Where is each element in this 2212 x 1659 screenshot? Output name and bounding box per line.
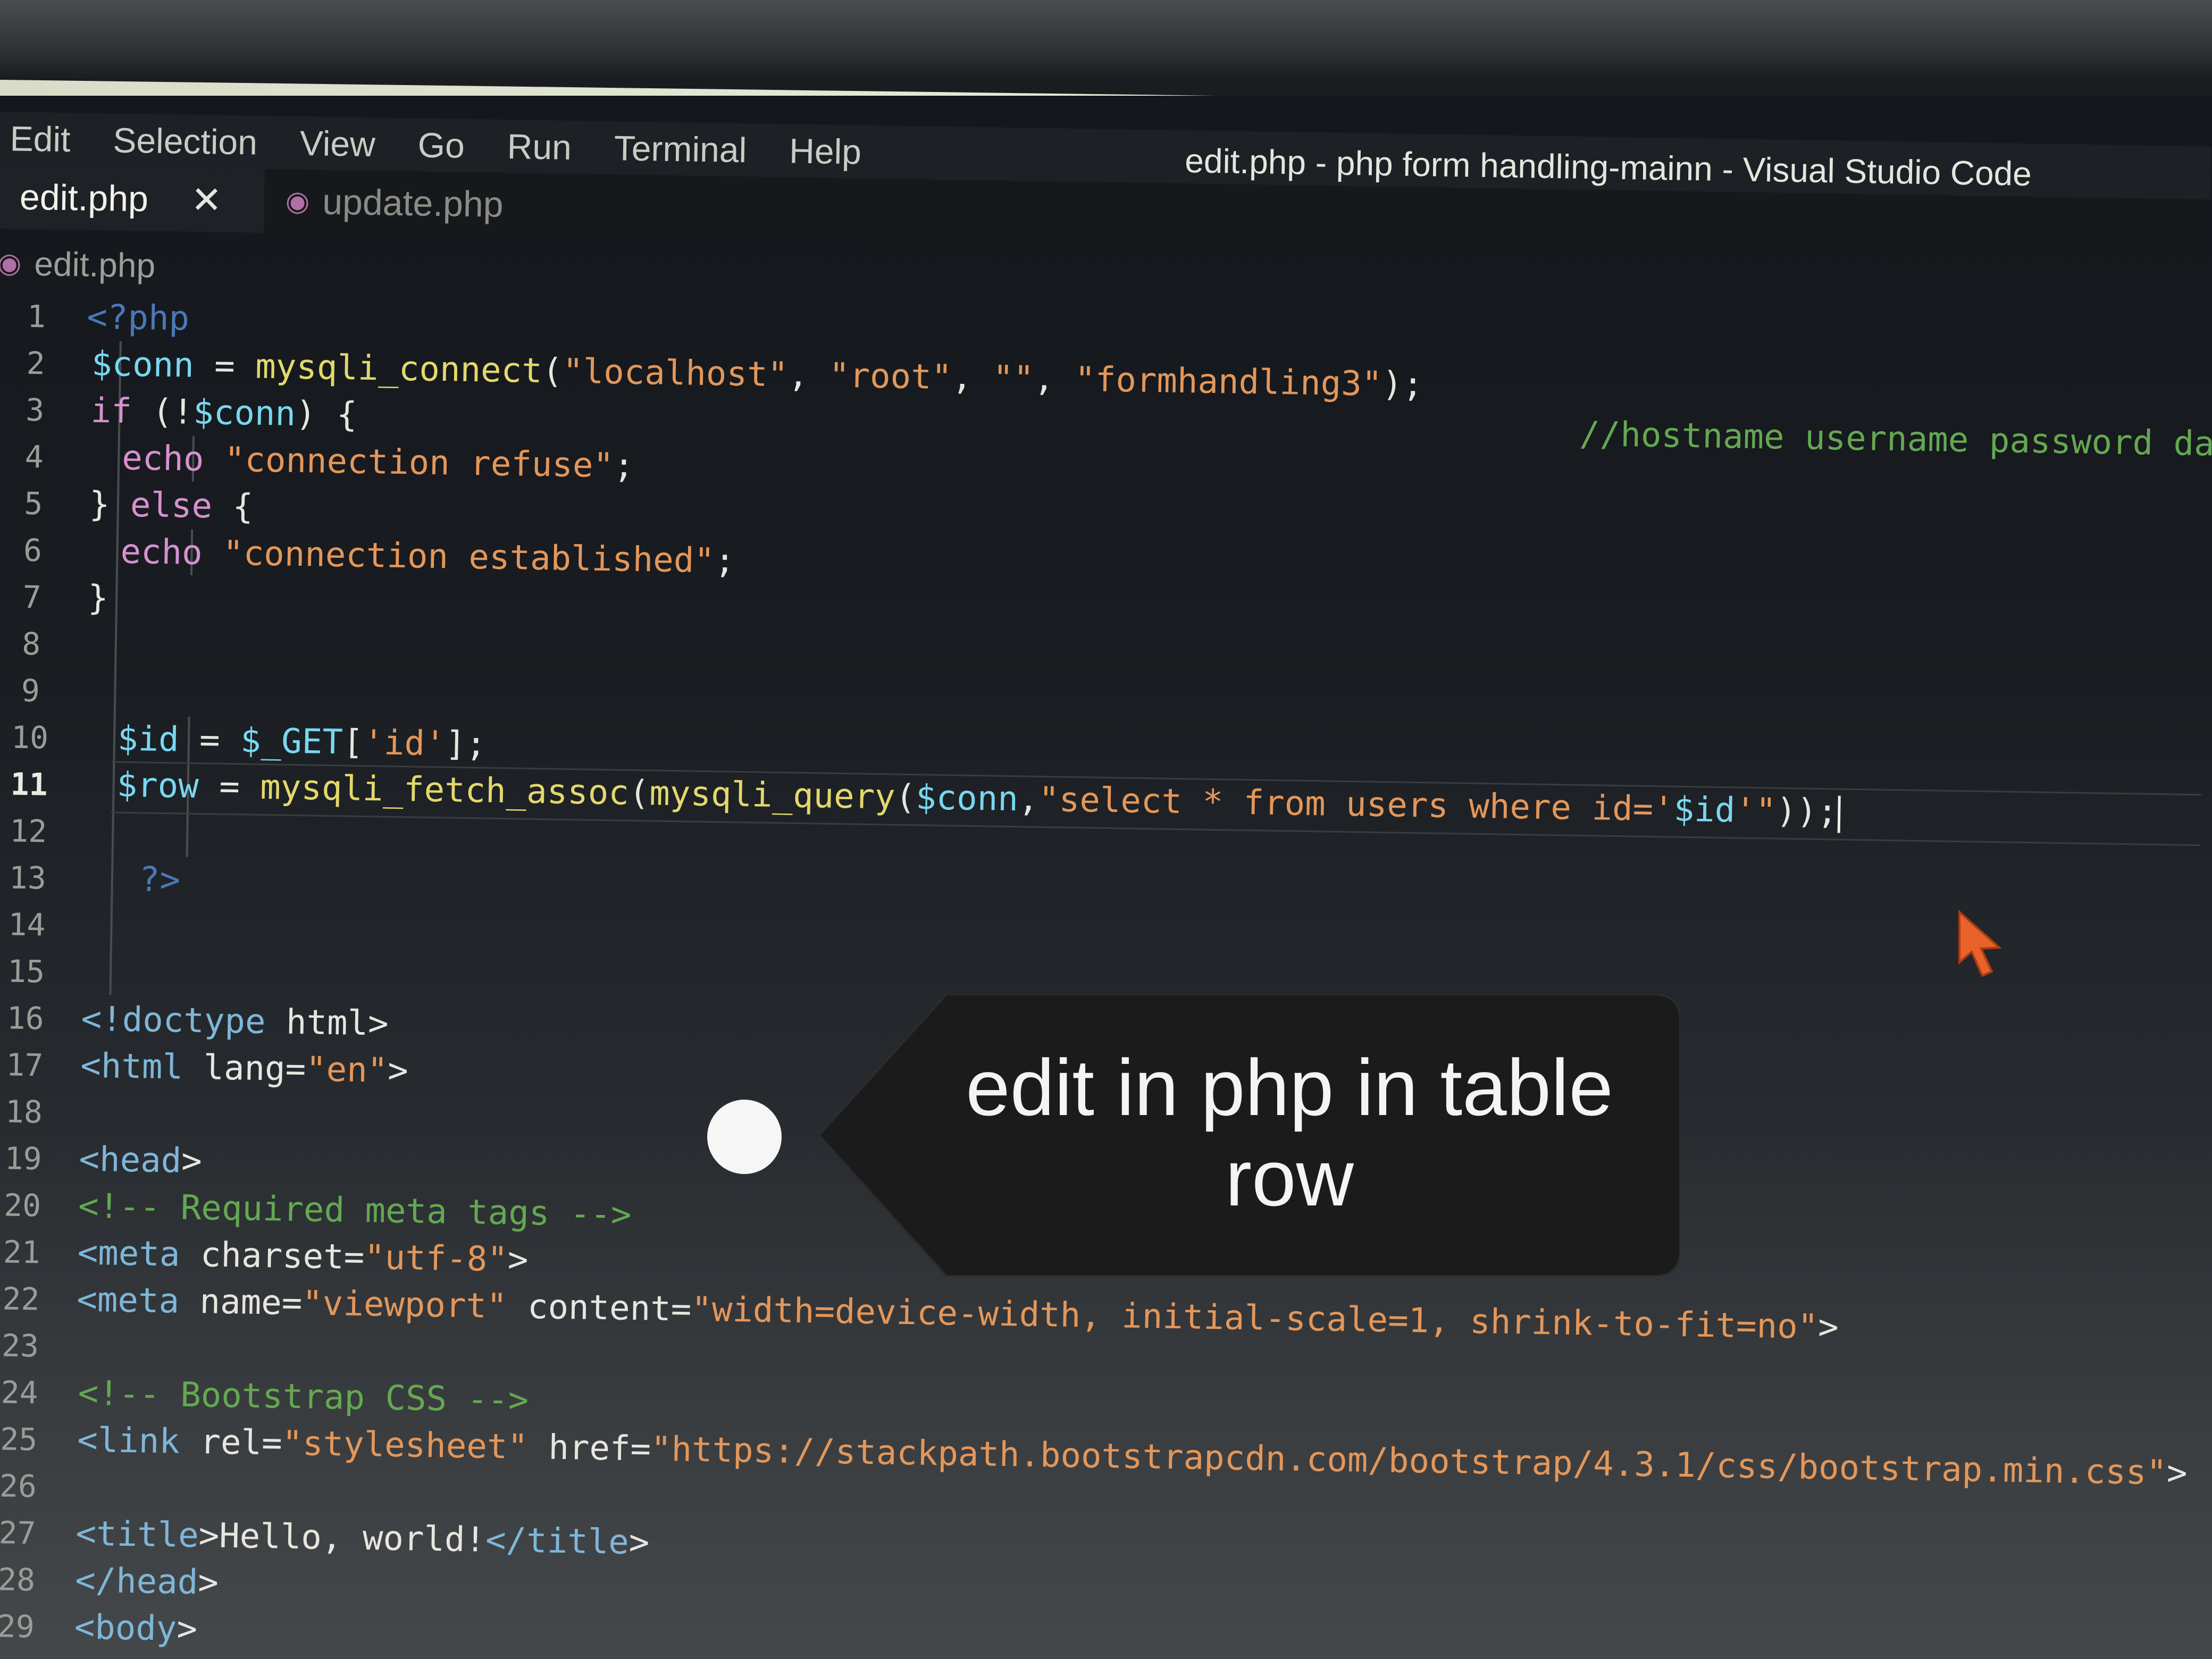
line-number: 27 [0,1514,37,1552]
code-text: $id = $_GET['id']; [117,719,487,765]
breadcrumb-file: edit.php [33,245,156,285]
breadcrumb[interactable]: ◉ edit.php [0,239,156,290]
code-text: ?> [139,860,181,900]
tab-label: update.php [322,181,504,225]
code-text: </head> [74,1561,219,1603]
code-text: if (!$conn) { [90,391,358,435]
menu-go[interactable]: Go [417,124,465,165]
monitor-bezel [0,0,2212,80]
line-number: 25 [0,1421,38,1458]
line-number: 22 [2,1280,40,1318]
code-comment: //hostname username password data [1579,414,2212,465]
line-number: 16 [6,1000,45,1037]
line-number: 8 [21,625,41,663]
tab-label: edit.php [19,177,149,220]
close-icon[interactable]: ✕ [190,178,222,222]
code-text: <body> [74,1607,198,1649]
line-number: 5 [23,485,43,522]
line-number: 3 [25,391,45,429]
menu-selection[interactable]: Selection [113,120,258,162]
line-number: 20 [3,1187,41,1224]
code-editor[interactable]: 1 <?php 2 $conn = mysqli_connect("localhost… [0,292,2212,1659]
line-number: 11 [10,766,48,803]
line-number: 17 [5,1046,44,1084]
line-number: 23 [1,1327,39,1364]
line-number: 24 [1,1374,39,1411]
code-text: <!-- Required meta tags --> [78,1186,632,1235]
text-cursor [1837,795,1841,833]
line-number: 21 [3,1234,41,1271]
tooltip-anchor-dot [707,1100,782,1174]
menu-run[interactable]: Run [507,126,572,167]
code-text: <!doctype html> [81,999,389,1044]
line-number: 6 [23,532,43,569]
line-number: 19 [4,1140,43,1177]
line-number: 7 [22,579,42,616]
code-text: echo "connection refuse"; [121,438,635,486]
line-number: 1 [27,298,46,335]
menu-edit[interactable]: Edit [10,118,71,160]
line-number: 14 [8,906,46,943]
code-text: } else { [89,484,254,527]
line-number: 12 [9,812,47,850]
code-text: <head> [79,1139,203,1182]
vscode-window: Edit Selection View Go Run Terminal Help… [0,96,2212,1659]
code-text: <html lang="en"> [80,1046,409,1091]
tab-edit-php[interactable]: edit.php ✕ [0,164,265,233]
code-text: <meta charset="utf-8"> [77,1233,529,1280]
tab-update-php[interactable]: ◉ update.php [264,169,584,238]
code-text: echo "connection established"; [120,532,735,581]
menu-help[interactable]: Help [789,130,862,172]
menu-view[interactable]: View [299,123,375,164]
line-number: 15 [7,953,45,990]
mouse-pointer-icon [1958,909,2002,977]
line-number: 28 [0,1561,36,1598]
menu-terminal[interactable]: Terminal [614,128,747,170]
line-number: 18 [5,1093,43,1130]
line-number: 29 [0,1608,35,1645]
line-number: 13 [9,859,47,896]
line-number: 2 [26,345,46,382]
code-text: } [87,578,109,618]
line-number: 4 [24,438,44,475]
code-text: <title>Hello, world!</title> [75,1514,650,1563]
code-text: <!-- Bootstrap CSS --> [78,1373,529,1420]
line-number: 9 [21,672,40,709]
code-text: <?php [86,297,190,339]
php-file-icon: ◉ [0,247,22,279]
line-number: 10 [11,719,49,756]
line-number: 26 [0,1468,37,1505]
php-file-icon: ◉ [285,186,310,217]
tooltip-text: edit in php in table row [966,1043,1613,1222]
